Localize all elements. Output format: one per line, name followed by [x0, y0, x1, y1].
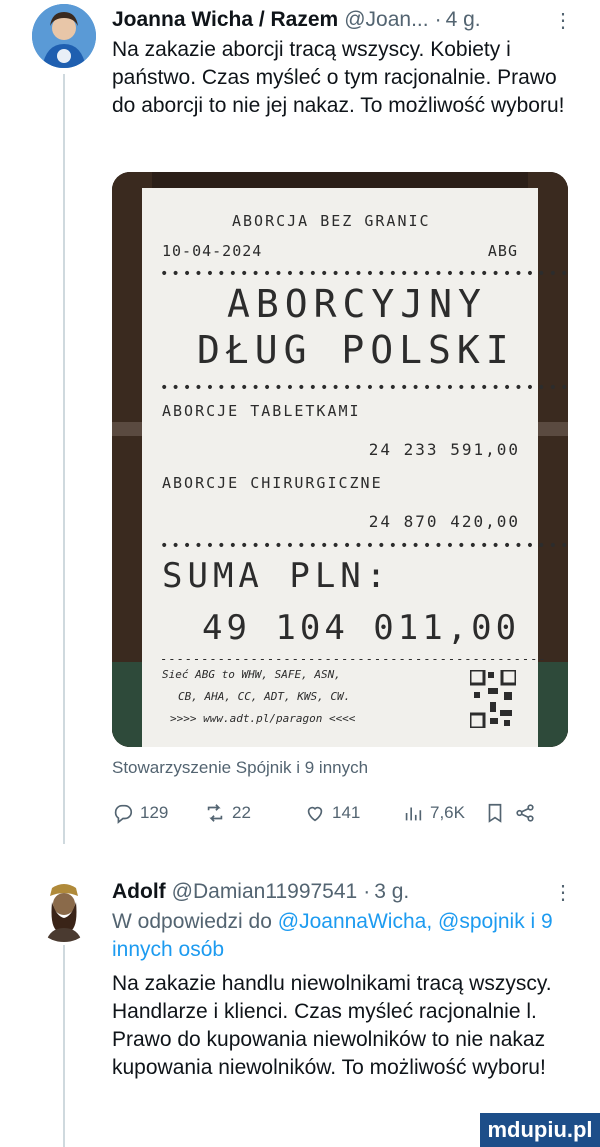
more-options-icon[interactable]: ⋮ [553, 8, 574, 33]
reply-button[interactable]: 129 [112, 802, 168, 824]
receipt-divider: ••••••••••••••••••••••••••••••••••••••••… [160, 380, 568, 396]
author-handle[interactable]: @Damian11997541 [172, 878, 358, 906]
tweet-text: Na zakazie handlu niewolnikami tracą wsz… [112, 972, 552, 1079]
receipt-divider: ••••••••••••••••••••••••••••••••••••••••… [160, 538, 568, 554]
reply-tweet: Adolf @Damian11997541 · 3 g. ⋮ W odpowie… [112, 878, 578, 1082]
separator-dot: · [434, 8, 442, 31]
views-count: 7,6K [430, 803, 465, 822]
receipt-item-value: 24 233 591,00 [368, 440, 520, 459]
tweet-header: Adolf @Damian11997541 · 3 g. [112, 878, 578, 906]
receipt-sum-value: 49 104 011,00 [202, 608, 521, 648]
like-button[interactable]: 141 [304, 802, 360, 824]
receipt-footer: CB, AHA, CC, ADT, KWS, CW. [178, 690, 351, 703]
share-button[interactable] [514, 802, 536, 824]
author-handle[interactable]: @Joan... [344, 6, 428, 34]
repost-count: 22 [232, 803, 251, 822]
timestamp[interactable]: 4 g. [446, 6, 481, 34]
receipt-item-label: ABORCJE TABLETKAMI [162, 402, 361, 420]
receipt-footer: >>>> www.adt.pl/paragon <<<< [170, 712, 356, 725]
reply-count: 129 [140, 803, 169, 822]
avatar[interactable] [32, 878, 96, 942]
tweet-image[interactable]: ABORCJA BEZ GRANIC 10-04-2024 ABG ••••••… [112, 172, 568, 747]
image-attribution[interactable]: Stowarzyszenie Spójnik i 9 innych [112, 758, 368, 778]
reply-prefix: W odpowiedzi do [112, 910, 272, 933]
receipt-footer: Sieć ABG to WHW, SAFE, ASN, [162, 668, 341, 681]
mention-link[interactable]: @JoannaWicha, [278, 910, 432, 933]
views-button[interactable]: 7,6K [402, 802, 465, 824]
receipt-date: 10-04-2024 [162, 242, 263, 260]
tweet-actions: 129 22 141 7,6K [112, 800, 534, 830]
receipt-item-label: ABORCJE CHIRURGICZNE [162, 474, 383, 492]
avatar[interactable] [32, 4, 96, 68]
reply-icon [114, 804, 133, 824]
timestamp[interactable]: 3 g. [374, 878, 409, 906]
bookmark-button[interactable] [484, 802, 506, 824]
repost-button[interactable]: 22 [204, 802, 251, 824]
tweet: Joanna Wicha / Razem @Joan... · 4 g. ⋮ N… [112, 6, 578, 120]
receipt-title: ABORCYJNY [227, 282, 487, 326]
receipt-header: ABORCJA BEZ GRANIC [232, 212, 431, 230]
reply-context: W odpowiedzi do @JoannaWicha, @spojnik i… [112, 908, 578, 964]
tweet-text: Na zakazie aborcji tracą wszyscy. Kobiet… [112, 38, 565, 117]
receipt-title: DŁUG POLSKI [197, 328, 515, 372]
receipt: ABORCJA BEZ GRANIC 10-04-2024 ABG ••••••… [142, 188, 568, 747]
more-options-icon[interactable]: ⋮ [553, 880, 574, 905]
receipt-item-value: 24 870 420,00 [368, 512, 520, 531]
author-name[interactable]: Joanna Wicha / Razem [112, 6, 338, 34]
tweet-header: Joanna Wicha / Razem @Joan... · 4 g. [112, 6, 578, 34]
author-name[interactable]: Adolf [112, 878, 166, 906]
receipt-divider: ••••••••••••••••••••••••••••••••••••••••… [160, 266, 568, 282]
views-icon [405, 807, 422, 821]
like-count: 141 [332, 803, 361, 822]
bookmark-icon [488, 803, 502, 823]
qr-code-icon [468, 668, 518, 730]
receipt-code: ABG [487, 242, 518, 260]
thread-line [63, 74, 65, 844]
share-icon [516, 804, 534, 822]
repost-icon [207, 804, 223, 822]
like-icon [307, 806, 323, 822]
receipt-sum-label: SUMA PLN: [162, 556, 392, 596]
separator-dot: · [363, 880, 371, 903]
receipt-divider: ----------------------------------------… [160, 652, 547, 666]
watermark: mdupiu.pl [480, 1113, 600, 1147]
thread-line [63, 945, 65, 1147]
